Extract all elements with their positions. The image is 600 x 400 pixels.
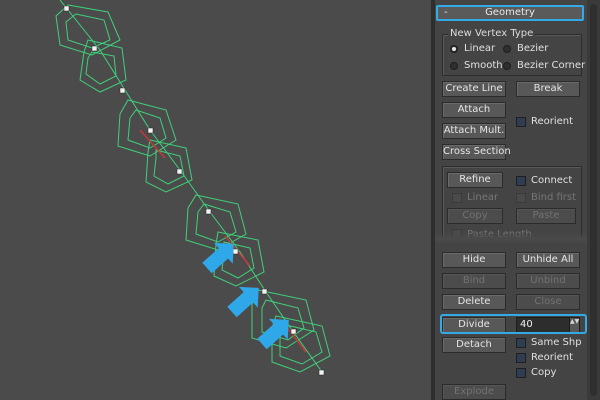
hide-button[interactable]: Hide bbox=[442, 252, 506, 268]
reorient-detach-label: Reorient bbox=[531, 352, 574, 363]
unhide-all-button[interactable]: Unhide All bbox=[516, 252, 580, 268]
spline-chain-drawing[interactable] bbox=[0, 0, 431, 400]
linear-checkbox-label: Linear bbox=[467, 192, 499, 203]
attach-mult-button[interactable]: Attach Mult. bbox=[442, 123, 506, 139]
viewport[interactable] bbox=[0, 0, 431, 400]
cross-section-button[interactable]: Cross Section bbox=[442, 144, 511, 160]
radio-linear[interactable] bbox=[450, 45, 458, 53]
bind-first-checkbox[interactable] bbox=[516, 193, 526, 203]
linear-checkbox[interactable] bbox=[452, 193, 462, 203]
rollout-title: Geometry bbox=[485, 7, 535, 18]
attach-button[interactable]: Attach bbox=[442, 102, 506, 118]
connect-label: Connect bbox=[531, 175, 573, 186]
copy-checkbox-label: Copy bbox=[531, 367, 557, 378]
panel-scrollbar[interactable] bbox=[587, 0, 600, 400]
radio-linear-label: Linear bbox=[464, 43, 496, 54]
bind-button[interactable]: Bind bbox=[442, 273, 506, 289]
same-shp-checkbox[interactable] bbox=[516, 338, 526, 348]
refine-button[interactable]: Refine bbox=[447, 172, 503, 188]
collapse-icon: - bbox=[444, 7, 448, 18]
paste-button[interactable]: Paste bbox=[516, 208, 576, 224]
same-shp-label: Same Shp bbox=[531, 337, 582, 348]
reorient-attach-checkbox[interactable] bbox=[516, 117, 526, 127]
scrollbar-thumb[interactable] bbox=[590, 4, 597, 396]
close-button[interactable]: Close bbox=[516, 294, 580, 310]
create-line-button[interactable]: Create Line bbox=[442, 81, 506, 97]
copy-button[interactable]: Copy bbox=[447, 208, 503, 224]
radio-bezier-corner[interactable] bbox=[503, 62, 511, 70]
radio-smooth[interactable] bbox=[450, 62, 458, 70]
panel-fade-band bbox=[435, 232, 600, 244]
connect-checkbox[interactable] bbox=[516, 176, 526, 186]
copy-checkbox[interactable] bbox=[516, 368, 526, 378]
reorient-attach-label: Reorient bbox=[531, 116, 574, 127]
radio-bezier[interactable] bbox=[503, 45, 511, 53]
command-panel: - Geometry New Vertex Type Linear Bezier… bbox=[435, 0, 600, 400]
divide-highlight bbox=[440, 314, 587, 334]
radio-bezier-label: Bezier bbox=[517, 43, 549, 54]
radio-smooth-label: Smooth bbox=[464, 60, 503, 71]
radio-bezier-corner-label: Bezier Corner bbox=[517, 60, 586, 71]
reorient-detach-checkbox[interactable] bbox=[516, 353, 526, 363]
bind-first-label: Bind first bbox=[531, 192, 577, 203]
explode-button[interactable]: Explode bbox=[442, 384, 506, 400]
geometry-rollout-header[interactable]: - Geometry bbox=[436, 5, 584, 21]
unbind-button[interactable]: Unbind bbox=[516, 273, 580, 289]
detach-button[interactable]: Detach bbox=[442, 337, 506, 353]
new-vertex-type-title: New Vertex Type bbox=[448, 28, 536, 39]
delete-button[interactable]: Delete bbox=[442, 294, 506, 310]
break-button[interactable]: Break bbox=[516, 81, 580, 97]
